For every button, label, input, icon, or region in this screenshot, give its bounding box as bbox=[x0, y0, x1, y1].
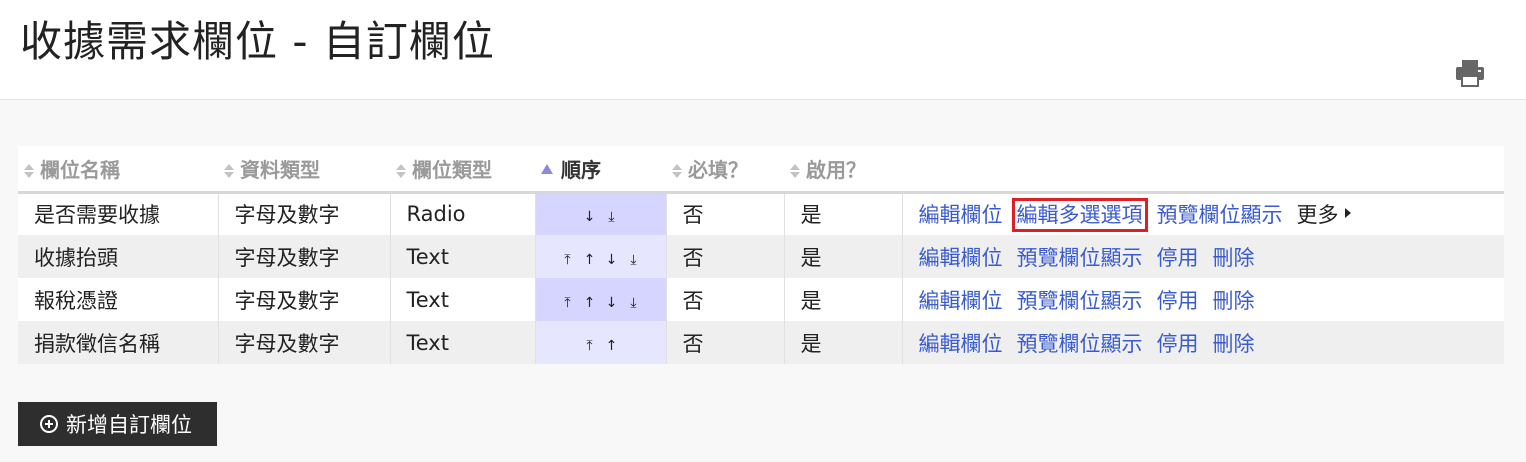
actions-cell: 編輯欄位 預覽欄位顯示 停用 刪除 bbox=[902, 321, 1504, 364]
table-body: 是否需要收據 字母及數字 Radio ↓ ⤓ 否是編輯欄位 編輯多選選項 預覽欄位顯示 更多 收據… bbox=[18, 192, 1504, 364]
action-link[interactable]: 預覽欄位顯示 bbox=[1017, 332, 1143, 356]
required-cell: 否 bbox=[666, 278, 785, 321]
printer-icon[interactable] bbox=[1454, 58, 1486, 88]
column-header-label: 欄位類型 bbox=[412, 157, 492, 182]
action-link[interactable]: 編輯欄位 bbox=[919, 289, 1003, 313]
field-type-cell: Text bbox=[390, 278, 536, 321]
column-header-label: 順序 bbox=[561, 157, 601, 182]
sort-icon bbox=[672, 164, 682, 179]
move-bottom-icon[interactable]: ⤓ bbox=[627, 295, 641, 311]
action-link[interactable]: 刪除 bbox=[1213, 332, 1255, 356]
move-top-icon[interactable]: ⤒ bbox=[561, 252, 575, 268]
action-link[interactable]: 停用 bbox=[1157, 289, 1199, 313]
action-link[interactable]: 停用 bbox=[1157, 332, 1199, 356]
more-label: 更多 bbox=[1296, 203, 1339, 228]
action-link[interactable]: 預覽欄位顯示 bbox=[1157, 203, 1283, 227]
data-type-cell: 字母及數字 bbox=[218, 321, 391, 364]
column-header-2[interactable]: 欄位類型 bbox=[390, 146, 535, 194]
caret-right-icon bbox=[1344, 208, 1351, 219]
column-header-label: 欄位名稱 bbox=[40, 157, 120, 182]
move-up-icon[interactable]: ↑ bbox=[583, 295, 597, 311]
sort-ascending-icon bbox=[541, 164, 553, 175]
actions-cell: 編輯欄位 預覽欄位顯示 停用 刪除 bbox=[902, 278, 1504, 321]
column-header-6 bbox=[902, 146, 1504, 194]
custom-fields-table: 欄位名稱 資料類型 欄位類型 順序 必填？ 啟用？ 是否需要收據 字母及數字 Radio ↓ ⤓ 否… bbox=[18, 146, 1504, 364]
column-header-label: 資料類型 bbox=[240, 157, 320, 182]
field-name-cell: 捐款徵信名稱 bbox=[18, 321, 219, 364]
move-down-icon[interactable]: ↓ bbox=[605, 295, 619, 311]
field-type-cell: Text bbox=[390, 321, 536, 364]
page-title: 收據需求欄位 - 自訂欄位 bbox=[20, 17, 495, 66]
order-cell: ⤒ ↑ ↓ ⤓ bbox=[535, 278, 667, 321]
action-link[interactable]: 預覽欄位顯示 bbox=[1017, 289, 1143, 313]
action-link[interactable]: 刪除 bbox=[1213, 246, 1255, 270]
page-header: 收據需求欄位 - 自訂欄位 bbox=[0, 0, 1526, 100]
data-type-cell: 字母及數字 bbox=[218, 192, 391, 235]
table-row: 捐款徵信名稱 字母及數字 Text ⤒ ↑ 否是編輯欄位 預覽欄位顯示 停用 刪除 bbox=[18, 321, 1504, 364]
field-name-cell: 收據抬頭 bbox=[18, 235, 219, 278]
sort-icon bbox=[790, 164, 800, 179]
order-cell: ↓ ⤓ bbox=[535, 192, 667, 235]
action-link[interactable]: 編輯欄位 bbox=[919, 203, 1003, 227]
move-bottom-icon[interactable]: ⤓ bbox=[627, 252, 641, 268]
table-header-row: 欄位名稱 資料類型 欄位類型 順序 必填？ 啟用？ bbox=[18, 146, 1504, 194]
data-type-cell: 字母及數字 bbox=[218, 278, 391, 321]
move-up-icon[interactable]: ↑ bbox=[583, 252, 597, 268]
data-type-cell: 字母及數字 bbox=[218, 235, 391, 278]
enabled-cell: 是 bbox=[784, 278, 903, 321]
field-type-cell: Text bbox=[390, 235, 536, 278]
required-cell: 否 bbox=[666, 235, 785, 278]
column-header-5[interactable]: 啟用？ bbox=[784, 146, 902, 194]
field-name-cell: 是否需要收據 bbox=[18, 192, 219, 235]
table-row: 是否需要收據 字母及數字 Radio ↓ ⤓ 否是編輯欄位 編輯多選選項 預覽欄位顯示 更多 bbox=[18, 192, 1504, 235]
column-header-label: 必填？ bbox=[688, 157, 748, 182]
move-up-icon[interactable]: ↑ bbox=[605, 338, 619, 354]
actions-cell: 編輯欄位 預覽欄位顯示 停用 刪除 bbox=[902, 235, 1504, 278]
enabled-cell: 是 bbox=[784, 235, 903, 278]
action-link[interactable]: 編輯欄位 bbox=[919, 246, 1003, 270]
action-link[interactable]: 停用 bbox=[1157, 246, 1199, 270]
move-down-icon[interactable]: ↓ bbox=[583, 209, 597, 225]
table-row: 收據抬頭 字母及數字 Text ⤒ ↑ ↓ ⤓ 否是編輯欄位 預覽欄位顯示 停用 刪除 bbox=[18, 235, 1504, 278]
move-bottom-icon[interactable]: ⤓ bbox=[605, 209, 619, 225]
table-row: 報稅憑證 字母及數字 Text ⤒ ↑ ↓ ⤓ 否是編輯欄位 預覽欄位顯示 停用 刪除 bbox=[18, 278, 1504, 321]
move-top-icon[interactable]: ⤒ bbox=[561, 295, 575, 311]
column-header-4[interactable]: 必填？ bbox=[666, 146, 784, 194]
move-down-icon[interactable]: ↓ bbox=[605, 252, 619, 268]
move-top-icon[interactable]: ⤒ bbox=[583, 338, 597, 354]
action-link[interactable]: 編輯欄位 bbox=[919, 332, 1003, 356]
required-cell: 否 bbox=[666, 192, 785, 235]
field-name-cell: 報稅憑證 bbox=[18, 278, 219, 321]
field-type-cell: Radio bbox=[390, 192, 536, 235]
enabled-cell: 是 bbox=[784, 192, 903, 235]
sort-icon bbox=[224, 164, 234, 179]
column-header-1[interactable]: 資料類型 bbox=[218, 146, 390, 194]
add-custom-field-label: 新增自訂欄位 bbox=[66, 413, 192, 437]
required-cell: 否 bbox=[666, 321, 785, 364]
action-link[interactable]: 預覽欄位顯示 bbox=[1017, 246, 1143, 270]
sort-icon bbox=[396, 164, 406, 179]
enabled-cell: 是 bbox=[784, 321, 903, 364]
column-header-0[interactable]: 欄位名稱 bbox=[18, 146, 218, 194]
add-custom-field-button[interactable]: 新增自訂欄位 bbox=[18, 402, 217, 446]
order-cell: ⤒ ↑ bbox=[535, 321, 667, 364]
column-header-3[interactable]: 順序 bbox=[535, 146, 666, 194]
more-menu-button[interactable]: 更多 bbox=[1297, 203, 1351, 227]
column-header-label: 啟用？ bbox=[806, 157, 866, 182]
order-cell: ⤒ ↑ ↓ ⤓ bbox=[535, 235, 667, 278]
actions-cell: 編輯欄位 編輯多選選項 預覽欄位顯示 更多 bbox=[902, 192, 1504, 235]
sort-icon bbox=[24, 164, 34, 179]
action-link[interactable]: 編輯多選選項 bbox=[1011, 198, 1148, 233]
action-link[interactable]: 刪除 bbox=[1213, 289, 1255, 313]
plus-circle-icon bbox=[40, 415, 58, 433]
